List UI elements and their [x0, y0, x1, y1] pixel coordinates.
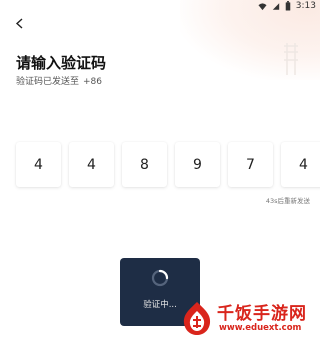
status-icons: 3:13	[258, 1, 316, 11]
code-digit: 8	[140, 156, 149, 173]
resend-countdown: 43s后重新发送	[265, 197, 310, 205]
page-title: 请输入验证码	[16, 54, 107, 72]
battery-icon	[285, 1, 291, 11]
code-digit: 7	[246, 156, 255, 173]
subtitle-text: 验证码已发送至	[16, 77, 80, 87]
wifi-icon	[258, 2, 267, 10]
watermark-url: www.eduext.com	[219, 323, 302, 333]
verification-screen: 3:13 请输入验证码 验证码已发送至 +86 4 4 8 9 7 4 43s后重…	[0, 0, 320, 345]
watermark: 千饭手游网 www.eduext.com	[173, 296, 320, 345]
code-digit: 4	[87, 156, 96, 173]
watermark-title: 千饭手游网	[217, 304, 307, 324]
code-digit: 4	[299, 156, 308, 173]
decorative-glyph	[284, 43, 298, 75]
status-bar: 3:13	[0, 0, 320, 14]
signal-icon	[272, 2, 279, 10]
code-digit-box[interactable]: 4	[281, 142, 320, 187]
phone-prefix: +86	[83, 77, 103, 87]
code-digit: 4	[34, 156, 43, 173]
code-digit-box[interactable]: 9	[175, 142, 220, 187]
code-digit: 9	[193, 156, 202, 173]
spinner-icon	[151, 269, 169, 287]
watermark-logo-icon	[183, 302, 211, 335]
code-digit-box[interactable]: 7	[228, 142, 273, 187]
chevron-left-icon	[15, 17, 22, 29]
code-digit-box[interactable]: 4	[16, 142, 61, 187]
code-input-row: 4 4 8 9 7 4	[16, 142, 320, 187]
back-button[interactable]	[10, 14, 28, 32]
page-subtitle: 验证码已发送至 +86	[16, 74, 102, 87]
code-digit-box[interactable]: 4	[69, 142, 114, 187]
status-time: 3:13	[295, 1, 316, 11]
code-digit-box[interactable]: 8	[122, 142, 167, 187]
